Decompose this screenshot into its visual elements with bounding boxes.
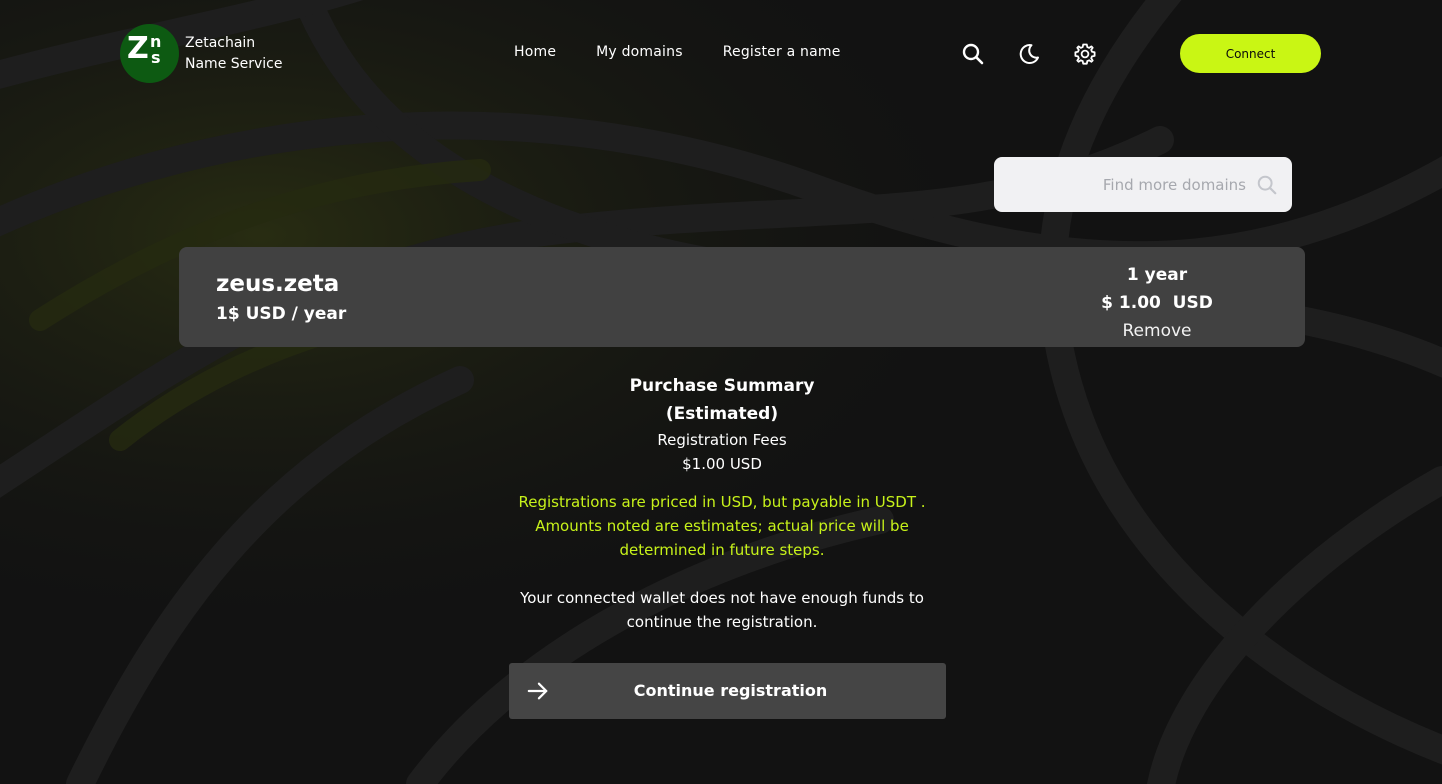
brand-name: Zetachain Name Service <box>185 33 283 75</box>
domain-yearly-price: 1$ USD / year <box>216 304 347 324</box>
connect-wallet-button[interactable]: Connect <box>1180 34 1321 73</box>
gear-icon[interactable] <box>1073 42 1097 66</box>
continue-registration-label: Continue registration <box>633 681 828 700</box>
logo-letter-z: Z <box>127 31 149 66</box>
brand-line-2: Name Service <box>185 55 283 72</box>
remove-domain-button[interactable]: Remove <box>1079 317 1235 345</box>
domain-name: zeus.zeta <box>216 271 340 297</box>
app-page: Z n s Zetachain Name Service Home My dom… <box>0 0 1442 784</box>
registration-fees-label: Registration Fees <box>657 431 787 449</box>
logo-letter-s: s <box>151 48 161 67</box>
pricing-notice: Registrations are priced in USD, but pay… <box>518 493 926 559</box>
find-domains-input[interactable] <box>1046 175 1246 194</box>
brand-line-1: Zetachain <box>185 34 256 51</box>
nav-my-domains[interactable]: My domains <box>596 44 683 60</box>
zns-logo-icon: Z n s <box>120 24 179 83</box>
continue-registration-button[interactable]: Continue registration <box>509 663 946 719</box>
search-icon[interactable] <box>961 42 985 66</box>
brand-logo[interactable]: Z n s Zetachain Name Service <box>120 24 283 83</box>
moon-icon[interactable] <box>1017 42 1041 66</box>
registration-duration: 1 year <box>1126 265 1188 285</box>
domain-total-price: $ 1.00 USD <box>1101 293 1213 313</box>
summary-title: Purchase Summary <box>629 376 815 396</box>
find-domains-search <box>994 157 1292 212</box>
nav-register-name[interactable]: Register a name <box>723 44 841 60</box>
domain-cost-summary: 1 year $ 1.00 USD Remove <box>1079 261 1235 345</box>
summary-subtitle: (Estimated) <box>665 404 779 424</box>
nav-home[interactable]: Home <box>514 44 556 60</box>
purchase-summary: Purchase Summary (Estimated) Registratio… <box>482 372 962 634</box>
main-nav: Home My domains Register a name <box>514 44 841 60</box>
cart-domain-card: zeus.zeta 1$ USD / year 1 year $ 1.00 US… <box>179 247 1305 347</box>
registration-fees-value: $1.00 USD <box>682 455 762 473</box>
search-icon[interactable] <box>1256 174 1278 196</box>
insufficient-funds-warning: Your connected wallet does not have enou… <box>520 589 924 631</box>
